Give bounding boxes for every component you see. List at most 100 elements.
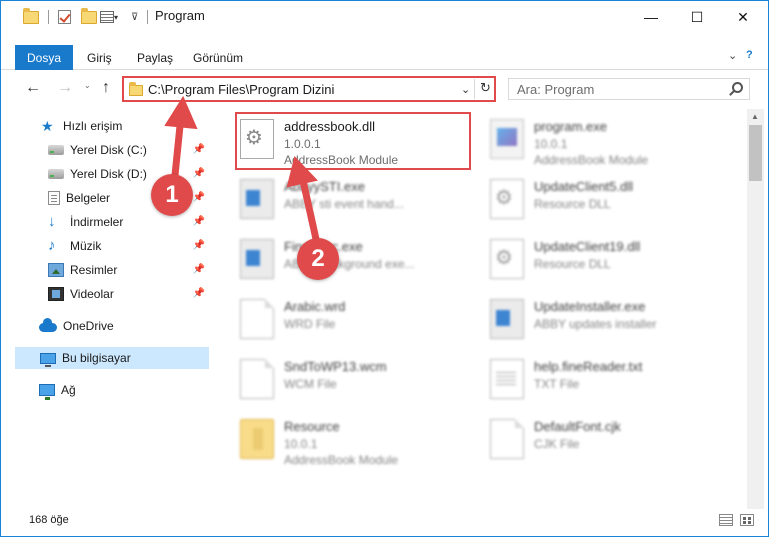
sidebar-item-this-pc[interactable]: Bu bilgisayar bbox=[15, 347, 209, 369]
up-button[interactable]: ↑ bbox=[102, 79, 110, 97]
ribbon-collapse-icon[interactable]: ⌄ bbox=[728, 49, 737, 62]
recent-locations-dropdown[interactable]: ⌄ bbox=[84, 81, 91, 90]
folder-icon bbox=[129, 82, 143, 96]
file-item-sndtowp13-wcm[interactable]: SndToWP13.wcm WCM File bbox=[230, 353, 465, 409]
music-icon: ♪ bbox=[48, 237, 56, 254]
maximize-button[interactable]: ☐ bbox=[674, 1, 720, 33]
properties-check-icon[interactable] bbox=[58, 9, 71, 25]
exe-icon bbox=[240, 179, 274, 219]
close-button[interactable]: ✕ bbox=[720, 1, 766, 33]
minimize-button[interactable]: — bbox=[628, 1, 674, 33]
file-name: program.exe bbox=[534, 119, 607, 134]
file-name: help.fineReader.txt bbox=[534, 359, 643, 374]
tab-file[interactable]: Dosya bbox=[15, 45, 73, 70]
search-icon[interactable] bbox=[732, 82, 743, 93]
forward-button[interactable]: → bbox=[57, 79, 73, 97]
file-type: WCM File bbox=[284, 377, 337, 391]
sidebar-item-label: Hızlı erişim bbox=[63, 119, 123, 133]
pin-icon[interactable]: 📌 bbox=[193, 168, 205, 179]
toolbar-separator bbox=[48, 9, 49, 25]
details-view-icon[interactable] bbox=[719, 514, 733, 526]
folder-icon bbox=[240, 419, 274, 459]
pin-icon[interactable]: 📌 bbox=[193, 264, 205, 275]
quick-access-dropdown[interactable]: ⊽ bbox=[131, 9, 138, 25]
file-item-help-finereader-txt[interactable]: help.fineReader.txt TXT File bbox=[480, 353, 715, 409]
address-bar[interactable]: C:\Program Files\Program Dizini ⌄ ↻ bbox=[122, 76, 496, 102]
item-count: 168 öğe bbox=[29, 514, 69, 526]
scrollbar-thumb[interactable] bbox=[749, 125, 762, 181]
large-icons-view-icon[interactable] bbox=[740, 514, 754, 526]
file-item-fineexec-exe[interactable]: FineExec.exe ABBY background exe... bbox=[230, 233, 465, 289]
sidebar-item-network[interactable]: Ağ bbox=[1, 379, 209, 401]
file-type: TXT File bbox=[534, 377, 580, 391]
network-icon bbox=[39, 384, 55, 400]
file-icon bbox=[490, 419, 524, 459]
file-type: CJK File bbox=[534, 437, 580, 451]
file-item-abbyysti-exe[interactable]: AbbyySTI.exe ABBY sti event hand... bbox=[230, 173, 465, 229]
pin-icon[interactable]: 📌 bbox=[193, 216, 205, 227]
videos-icon bbox=[48, 287, 64, 301]
tab-share[interactable]: Paylaş bbox=[137, 51, 173, 65]
new-folder-icon[interactable] bbox=[81, 7, 97, 25]
file-item-updateclient19-dll[interactable]: UpdateClient19.dll Resource DLL bbox=[480, 233, 715, 289]
file-type: WRD File bbox=[284, 317, 336, 331]
step-badge-1: 1 bbox=[151, 174, 193, 216]
file-item-updateinstaller-exe[interactable]: UpdateInstaller.exe ABBY updates install… bbox=[480, 293, 715, 349]
sidebar-item-videos[interactable]: Videolar 📌 bbox=[1, 283, 209, 305]
address-path[interactable]: C:\Program Files\Program Dizini bbox=[148, 82, 334, 97]
address-dropdown-icon[interactable]: ⌄ bbox=[461, 83, 470, 96]
explorer-window: ▾ ⊽ Program — ☐ ✕ Dosya Giriş Paylaş Gör… bbox=[0, 0, 769, 537]
sidebar-item-onedrive[interactable]: OneDrive bbox=[1, 315, 209, 337]
sidebar-item-quick-access[interactable]: ★ Hızlı erişim bbox=[1, 115, 209, 137]
file-name: SndToWP13.wcm bbox=[284, 359, 387, 374]
sidebar-item-pictures[interactable]: Resimler 📌 bbox=[1, 259, 209, 281]
tab-view[interactable]: Görünüm bbox=[193, 51, 243, 65]
download-icon: ↓ bbox=[48, 213, 56, 230]
file-name: UpdateClient5.dll bbox=[534, 179, 634, 194]
tab-home[interactable]: Giriş bbox=[87, 51, 112, 65]
help-icon[interactable]: ? bbox=[746, 49, 753, 61]
file-item-program-exe[interactable]: program.exe 10.0.1 AddressBook Module bbox=[480, 113, 715, 169]
vertical-scrollbar[interactable]: ▲ bbox=[747, 109, 764, 509]
dll-icon bbox=[490, 179, 524, 219]
toolbar-separator bbox=[147, 9, 148, 25]
sidebar-item-label: Müzik bbox=[70, 239, 102, 253]
sidebar-item-label: Ağ bbox=[61, 383, 76, 397]
sidebar-item-label: Belgeler bbox=[66, 191, 111, 205]
address-separator bbox=[474, 79, 475, 99]
file-highlight-box bbox=[235, 112, 471, 170]
sidebar-item-label: Yerel Disk (C:) bbox=[70, 143, 147, 157]
search-placeholder: Ara: Program bbox=[517, 82, 595, 97]
exe-icon bbox=[240, 239, 274, 279]
pin-icon[interactable]: 📌 bbox=[193, 192, 205, 203]
file-item-resource-folder[interactable]: Resource 10.0.1 AddressBook Module bbox=[230, 413, 465, 469]
file-item-updateclient5-dll[interactable]: UpdateClient5.dll Resource DLL bbox=[480, 173, 715, 229]
folder-icon bbox=[23, 7, 39, 25]
sidebar-item-local-disk-c[interactable]: Yerel Disk (C:) 📌 bbox=[1, 139, 209, 161]
status-bar: 168 öğe bbox=[1, 509, 768, 536]
pin-icon[interactable]: 📌 bbox=[193, 288, 205, 299]
pin-icon[interactable]: 📌 bbox=[193, 144, 205, 155]
view-options-icon[interactable]: ▾ bbox=[100, 9, 118, 25]
file-type: Resource DLL bbox=[534, 257, 611, 271]
file-name: Arabic.wrd bbox=[284, 299, 346, 314]
exe-icon bbox=[490, 299, 524, 339]
star-icon: ★ bbox=[41, 118, 54, 134]
sidebar-item-label: Videolar bbox=[70, 287, 114, 301]
sidebar-item-music[interactable]: ♪ Müzik 📌 bbox=[1, 235, 209, 257]
refresh-icon[interactable]: ↻ bbox=[480, 80, 491, 96]
search-input[interactable]: Ara: Program bbox=[508, 78, 750, 100]
back-button[interactable]: ← bbox=[25, 79, 41, 97]
file-item-arabic-wrd[interactable]: Arabic.wrd WRD File bbox=[230, 293, 465, 349]
file-name: DefaultFont.cjk bbox=[534, 419, 621, 434]
pin-icon[interactable]: 📌 bbox=[193, 240, 205, 251]
sidebar-item-label: Bu bilgisayar bbox=[62, 351, 131, 365]
file-icon bbox=[240, 359, 274, 399]
file-name: AbbyySTI.exe bbox=[284, 179, 365, 194]
documents-icon bbox=[48, 191, 60, 205]
file-name: UpdateClient19.dll bbox=[534, 239, 641, 254]
scroll-up-icon[interactable]: ▲ bbox=[751, 112, 759, 121]
step-badge-2: 2 bbox=[297, 238, 339, 280]
file-type: ABBY sti event hand... bbox=[284, 197, 404, 211]
file-item-defaultfont-cjk[interactable]: DefaultFont.cjk CJK File bbox=[480, 413, 715, 469]
